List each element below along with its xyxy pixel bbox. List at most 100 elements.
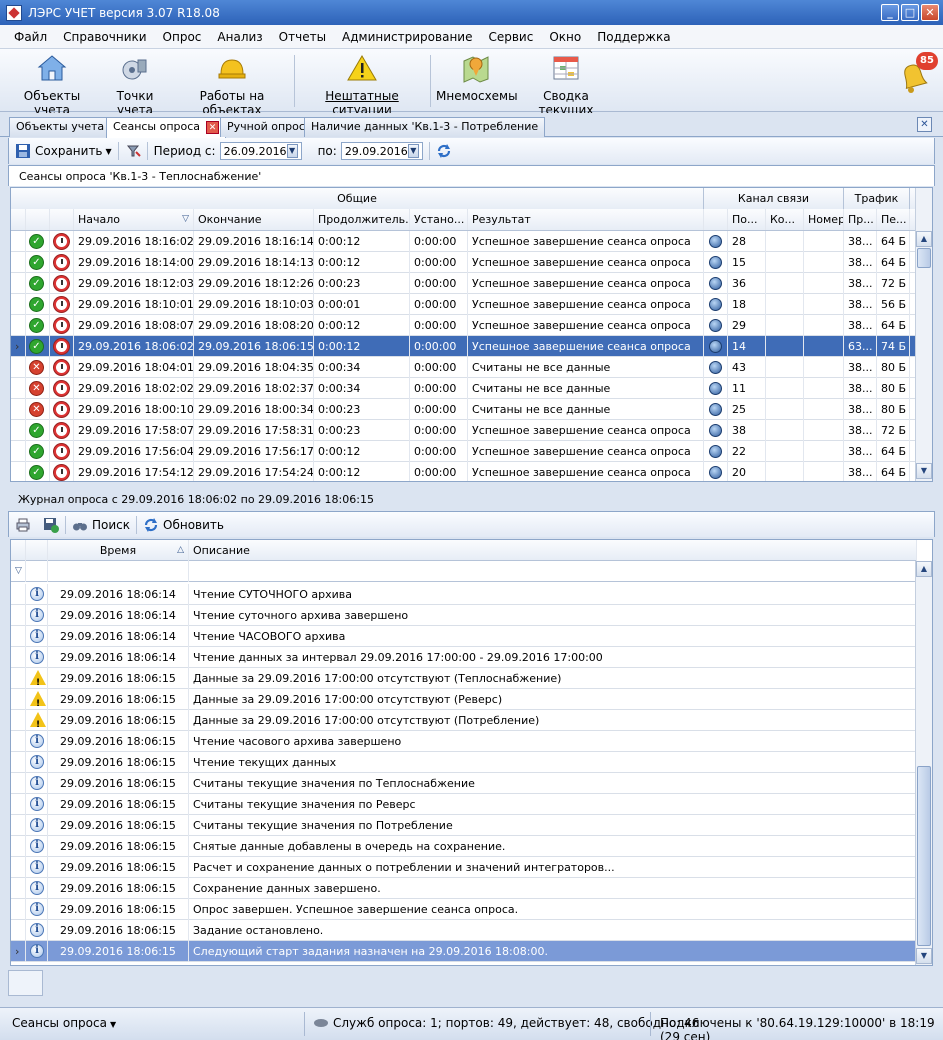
col-description[interactable]: Описание <box>189 540 917 561</box>
export-button[interactable] <box>37 517 65 533</box>
list-item[interactable]: i 29.09.2016 18:06:15 Опрос завершен. Успе… <box>11 899 917 920</box>
menu-window[interactable]: Окно <box>541 30 589 44</box>
col-connect[interactable]: Устано... <box>410 209 468 230</box>
list-item[interactable]: ! 29.09.2016 18:06:15 Данные за 29.09.2016… <box>11 689 917 710</box>
tab-data-availability[interactable]: Наличие данных 'Кв.1-3 - Потребление <box>304 117 546 137</box>
list-item[interactable]: i 29.09.2016 18:06:14 Чтение данных за инт… <box>11 647 917 668</box>
menu-file[interactable]: Файл <box>6 30 55 44</box>
col-result[interactable]: Результат <box>468 209 704 230</box>
scroll-up-icon[interactable]: ▲ <box>916 231 932 247</box>
cell-time: 29.09.2016 18:06:15 <box>48 689 189 710</box>
col-time[interactable]: Время △ <box>48 540 189 561</box>
search-button[interactable]: Поиск <box>66 517 136 533</box>
cell-dur: 0:00:34 <box>314 378 410 399</box>
table-row[interactable]: ✓ 29.09.2016 17:54:12 29.09.2016 17:54:24 0… <box>11 462 917 481</box>
minimize-button[interactable]: _ <box>881 4 899 21</box>
col-sent[interactable]: Пе... <box>877 209 910 230</box>
menu-support[interactable]: Поддержка <box>589 30 678 44</box>
list-item[interactable]: › i 29.09.2016 18:06:15 Следующий старт зад… <box>11 941 917 962</box>
table-row[interactable]: ✕ 29.09.2016 18:02:02 29.09.2016 18:02:37 0… <box>11 378 917 399</box>
filter-description-input[interactable] <box>189 561 917 582</box>
calendar-dropdown-icon[interactable]: ▼ <box>286 144 298 158</box>
date-from-input[interactable]: 26.09.2016 ▼ <box>219 142 302 160</box>
points-button[interactable]: Точки учета <box>100 53 170 117</box>
tab-close-icon[interactable]: ✕ <box>206 120 220 134</box>
list-item[interactable]: i 29.09.2016 18:06:15 Считаны текущие знач… <box>11 815 917 836</box>
tab-objects[interactable]: Объекты учета <box>9 117 112 137</box>
table-row[interactable]: ✓ 29.09.2016 18:14:00 29.09.2016 18:14:13 0… <box>11 252 917 273</box>
list-item[interactable]: i 29.09.2016 18:06:15 Снятые данные добавл… <box>11 836 917 857</box>
print-button[interactable] <box>9 517 37 533</box>
list-item[interactable]: i 29.09.2016 18:06:15 Расчет и сохранение … <box>11 857 917 878</box>
objects-button[interactable]: Объекты учета <box>10 53 94 117</box>
list-item[interactable]: i 29.09.2016 18:06:14 Чтение СУТОЧНОГО арх… <box>11 584 917 605</box>
sessions-scrollbar[interactable]: ▲ ▼ <box>915 188 932 481</box>
col-port[interactable]: По... <box>728 209 766 230</box>
scroll-thumb[interactable] <box>917 248 931 268</box>
close-panel-icon[interactable]: ✕ <box>917 117 932 132</box>
tab-sessions[interactable]: Сеансы опроса ✕ <box>106 117 227 138</box>
list-item[interactable]: i 29.09.2016 18:06:14 Чтение суточного арх… <box>11 605 917 626</box>
calendar-dropdown-icon[interactable]: ▼ <box>407 144 419 158</box>
col-number[interactable]: Номер <box>804 209 844 230</box>
info-icon: i <box>30 818 44 832</box>
current-summary-button[interactable]: Сводка текущих <box>520 53 612 117</box>
table-row[interactable]: ✕ 29.09.2016 18:04:01 29.09.2016 18:04:35 0… <box>11 357 917 378</box>
list-item[interactable]: ! 29.09.2016 18:06:15 Данные за 29.09.2016… <box>11 710 917 731</box>
table-row[interactable]: › ✓ 29.09.2016 18:06:02 29.09.2016 18:06:15… <box>11 336 917 357</box>
list-item[interactable]: i 29.09.2016 18:06:15 Чтение часового архи… <box>11 731 917 752</box>
clear-filter-button[interactable] <box>119 143 147 159</box>
cell-rx: 38... <box>844 399 877 420</box>
table-row[interactable]: ✓ 29.09.2016 18:08:07 29.09.2016 18:08:20 0… <box>11 315 917 336</box>
date-to-input[interactable]: 29.09.2016 ▼ <box>340 142 423 160</box>
col-end[interactable]: Окончание <box>194 209 314 230</box>
table-row[interactable]: ✕ 29.09.2016 18:00:10 29.09.2016 18:00:34 0… <box>11 399 917 420</box>
menu-reports[interactable]: Отчеты <box>271 30 334 44</box>
col-start[interactable]: Начало ▽ <box>74 209 194 230</box>
menu-administration[interactable]: Администрирование <box>334 30 480 44</box>
menu-service[interactable]: Сервис <box>480 30 541 44</box>
table-row[interactable]: ✓ 29.09.2016 17:56:04 29.09.2016 17:56:17 0… <box>11 441 917 462</box>
maximize-button[interactable]: □ <box>901 4 919 21</box>
works-button[interactable]: Работы на объектах <box>176 53 288 117</box>
refresh-icon <box>437 144 450 158</box>
list-item[interactable]: i 29.09.2016 18:06:15 Сохранение данных за… <box>11 878 917 899</box>
scroll-thumb[interactable] <box>917 766 931 946</box>
refresh-sessions-button[interactable] <box>430 143 458 159</box>
menu-poll[interactable]: Опрос <box>155 30 210 44</box>
refresh-journal-button[interactable]: Обновить <box>137 517 230 533</box>
list-item[interactable]: ! 29.09.2016 18:06:15 Данные за 29.09.2016… <box>11 668 917 689</box>
close-button[interactable]: ✕ <box>921 4 939 21</box>
scroll-down-icon[interactable]: ▼ <box>916 948 932 964</box>
menu-directories[interactable]: Справочники <box>55 30 154 44</box>
table-row[interactable]: ✓ 29.09.2016 18:10:01 29.09.2016 18:10:03 0… <box>11 294 917 315</box>
journal-scrollbar[interactable]: ▲ ▼ <box>915 561 932 965</box>
table-row[interactable]: ✓ 29.09.2016 17:58:07 29.09.2016 17:58:31 0… <box>11 420 917 441</box>
row-indicator <box>11 710 26 731</box>
tab-manual-poll[interactable]: Ручной опрос <box>220 117 312 137</box>
list-item[interactable]: i 29.09.2016 18:06:15 Считаны текущие знач… <box>11 794 917 815</box>
cell-tx: 64 Б <box>877 252 910 273</box>
scroll-up-icon[interactable]: ▲ <box>916 561 932 577</box>
cell-dur: 0:00:12 <box>314 231 410 252</box>
col-received[interactable]: Пр... <box>844 209 877 230</box>
list-item[interactable]: i 29.09.2016 18:06:15 Считаны текущие знач… <box>11 773 917 794</box>
list-item[interactable]: i 29.09.2016 18:06:15 Чтение текущих данны… <box>11 752 917 773</box>
table-row[interactable]: ✓ 29.09.2016 18:12:03 29.09.2016 18:12:26 0… <box>11 273 917 294</box>
filter-icon[interactable]: ▽ <box>11 561 26 582</box>
table-row[interactable]: ✓ 29.09.2016 18:16:02 29.09.2016 18:16:14 0… <box>11 231 917 252</box>
status-sessions-dropdown[interactable]: Сеансы опроса ▼ <box>12 1016 116 1030</box>
row-indicator <box>11 584 26 605</box>
incidents-button[interactable]: Нештатные ситуации <box>300 53 424 117</box>
list-item[interactable]: i 29.09.2016 18:06:15 Задание остановлено. <box>11 920 917 941</box>
scroll-down-icon[interactable]: ▼ <box>916 463 932 479</box>
list-item[interactable]: i 29.09.2016 18:06:14 Чтение ЧАСОВОГО архи… <box>11 626 917 647</box>
filter-time-input[interactable] <box>48 561 189 582</box>
filter-row[interactable]: ▽ <box>11 561 917 582</box>
mnemonics-button[interactable]: Мнемосхемы <box>436 53 518 109</box>
journal-grid: Время △ Описание ▽ i 29.09.2016 18:06:14 Чт… <box>10 539 933 966</box>
menu-analysis[interactable]: Анализ <box>209 30 270 44</box>
col-duration[interactable]: Продолжитель... <box>314 209 410 230</box>
save-button[interactable]: Сохранить ▼ <box>9 143 118 159</box>
col-ko[interactable]: Ко... <box>766 209 804 230</box>
